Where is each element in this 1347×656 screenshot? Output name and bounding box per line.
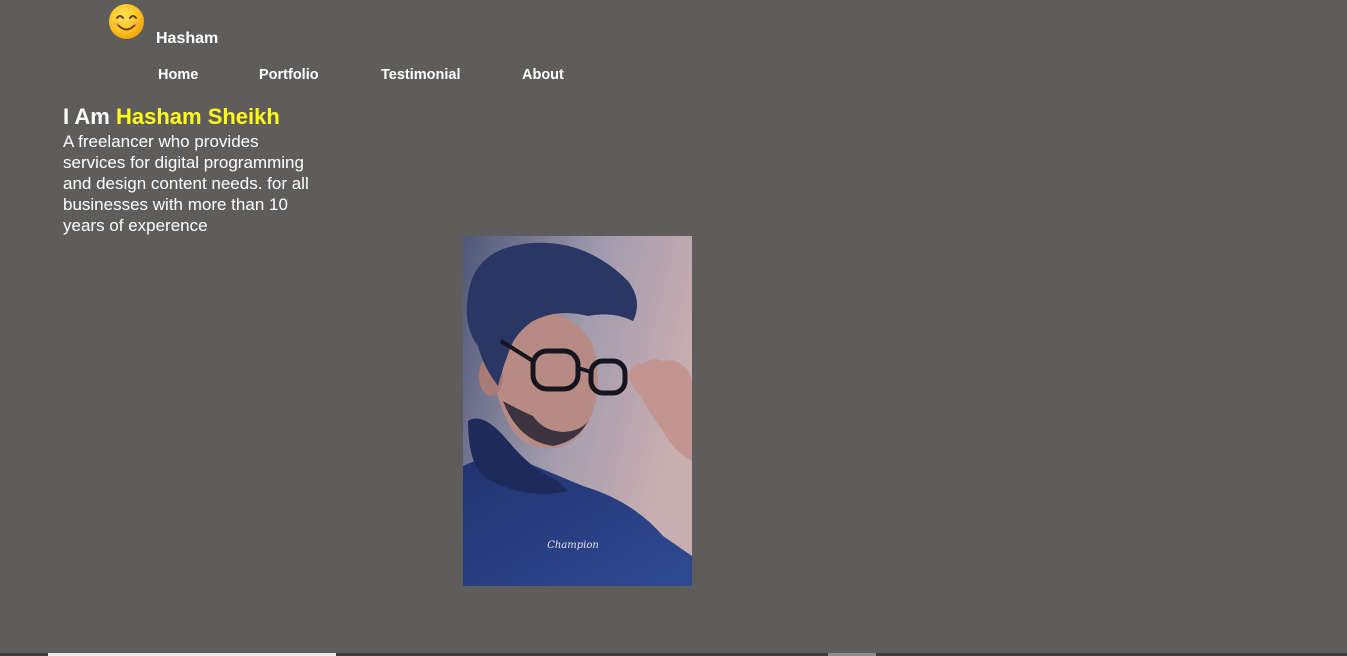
- nav-link-home[interactable]: Home: [158, 67, 198, 83]
- smiling-face-icon: [108, 3, 145, 40]
- hero-description: A freelancer who provides services for d…: [63, 132, 309, 235]
- nav-link-about[interactable]: About: [522, 67, 564, 83]
- profile-photo: Champion: [463, 236, 692, 586]
- hero-heading-name: Hasham Sheikh: [115, 104, 280, 129]
- page: Hasham Home Portfolio Testimonial About …: [0, 0, 1347, 656]
- hero-heading: I Am Hasham Sheikh: [63, 104, 280, 130]
- nav-link-portfolio[interactable]: Portfolio: [259, 67, 319, 83]
- hero-heading-prefix: I Am: [63, 104, 116, 129]
- nav-link-testimonial[interactable]: Testimonial: [381, 67, 461, 83]
- shirt-logo-text: Champion: [547, 540, 599, 551]
- brand-name[interactable]: Hasham: [156, 30, 218, 48]
